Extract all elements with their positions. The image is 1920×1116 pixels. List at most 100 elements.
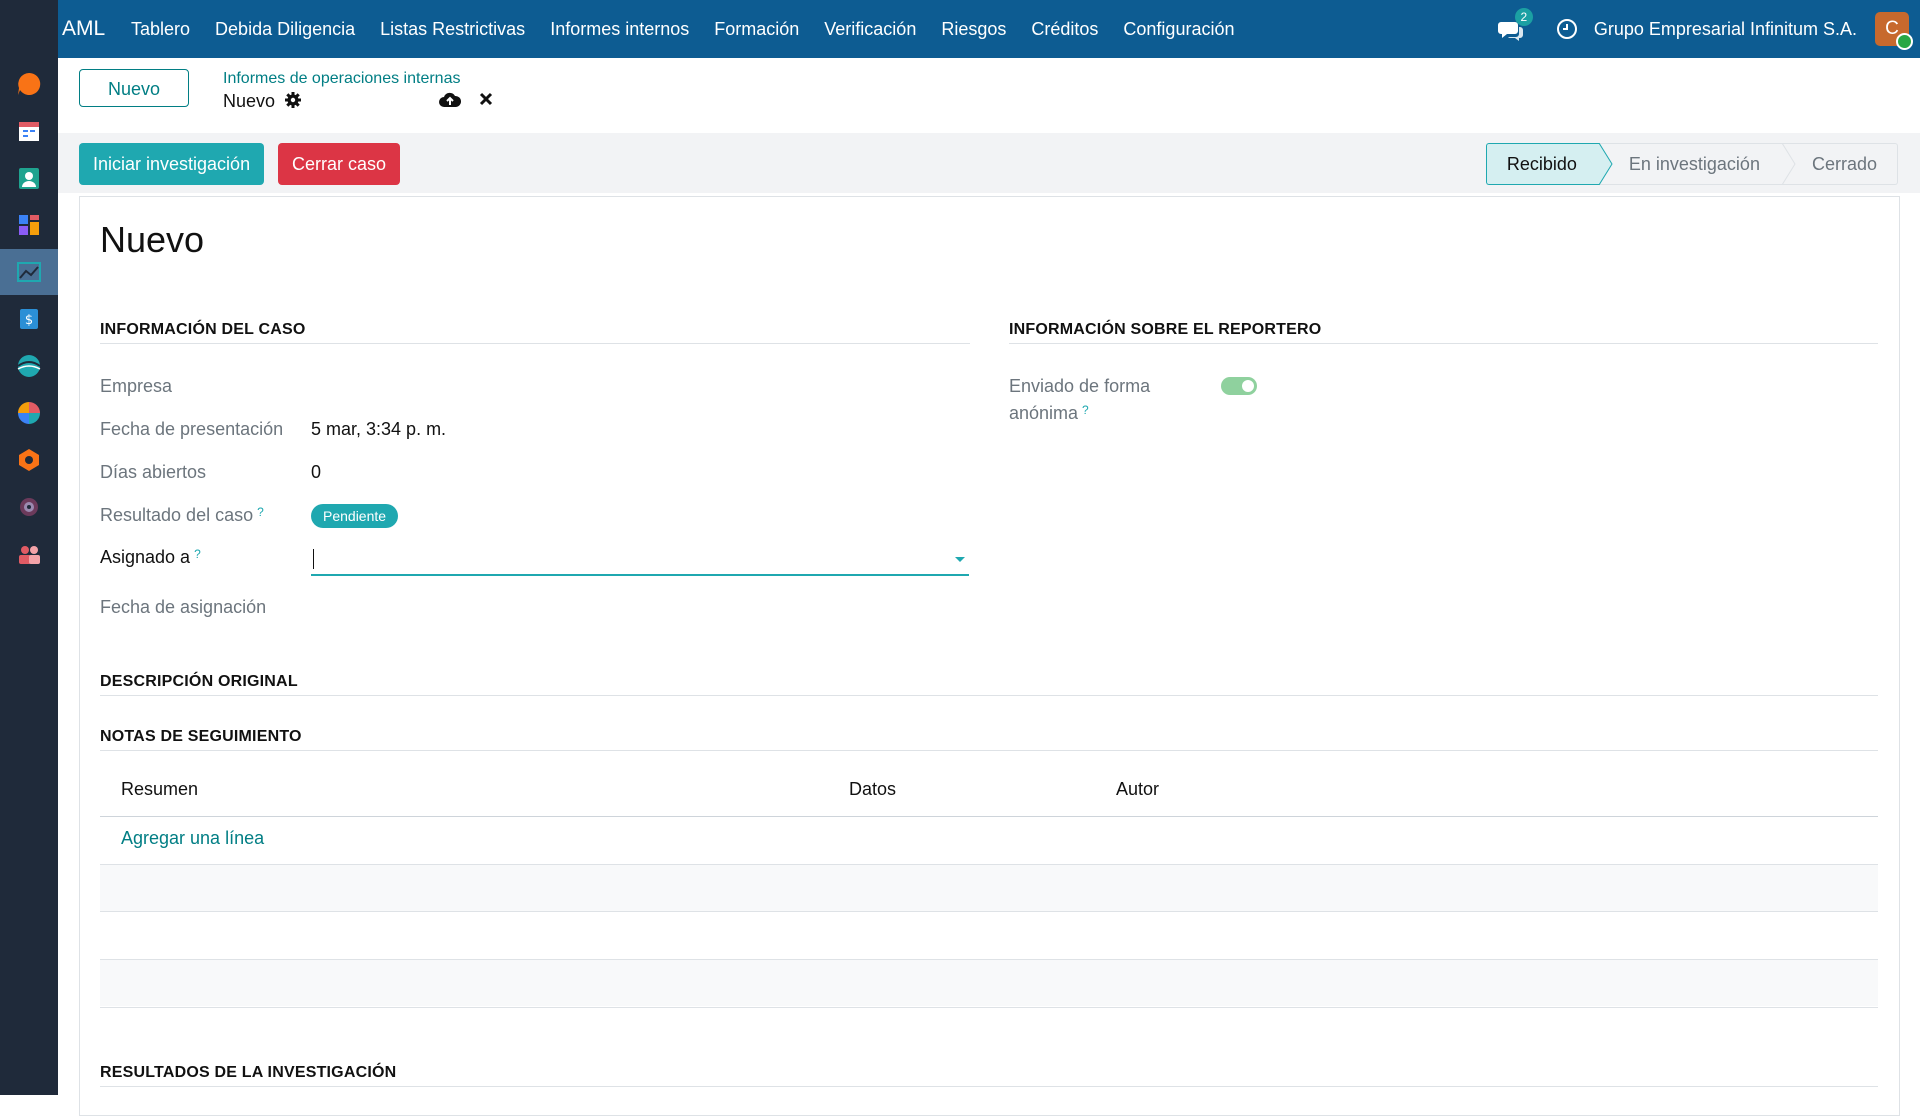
stage-en-investigacion[interactable]: En investigación (1598, 143, 1796, 185)
online-status-dot (1896, 33, 1913, 50)
table-bottom-divider (100, 1007, 1878, 1008)
top-navbar: AML Tablero Debida Diligencia Listas Res… (0, 0, 1920, 58)
rail-invoicing[interactable]: $ (0, 296, 58, 342)
menu-item-informes-internos[interactable]: Informes internos (550, 19, 689, 40)
section-divider (100, 695, 1878, 696)
breadcrumb-parent-link[interactable]: Informes de operaciones internas (223, 70, 460, 88)
table-row (100, 911, 1878, 958)
breadcrumb-current: Nuevo (223, 91, 276, 111)
company-label: Empresa (100, 376, 173, 396)
messages-count-badge: 2 (1514, 8, 1533, 26)
section-divider (100, 343, 970, 344)
table-header-divider (100, 816, 1878, 817)
rail-contacts[interactable] (0, 155, 58, 201)
rail-discuss[interactable] (0, 61, 58, 107)
column-header-resumen[interactable]: Resumen (121, 779, 198, 800)
section-divider (100, 750, 1878, 751)
user-avatar[interactable]: C (1875, 12, 1913, 50)
column-header-datos[interactable]: Datos (849, 779, 896, 800)
anonymous-label-text: anónima (1009, 403, 1079, 423)
stage-label: Recibido (1506, 154, 1577, 174)
company-switcher[interactable]: Grupo Empresarial Infinitum S.A. (1594, 19, 1857, 40)
anonymous-label-line-2: anónima? (1009, 403, 1089, 424)
messages-button[interactable]: 2 (1497, 8, 1533, 44)
section-followup-notes-title: NOTAS DE SEGUIMIENTO (100, 728, 302, 745)
menu-item-tablero[interactable]: Tablero (131, 19, 190, 40)
section-reporter-info-title: INFORMACIÓN SOBRE EL REPORTERO (1009, 321, 1322, 338)
chevron-right-icon (1598, 143, 1613, 185)
settings-icon (20, 498, 38, 516)
dropdown-arrow-icon[interactable] (955, 557, 965, 562)
help-tooltip-icon[interactable]: ? (257, 505, 264, 519)
help-tooltip-icon[interactable]: ? (1082, 403, 1089, 417)
rail-settings[interactable] (0, 484, 58, 530)
app-brand[interactable]: AML (62, 17, 105, 41)
anonymous-toggle[interactable] (1221, 377, 1257, 395)
analytics-icon (18, 402, 40, 424)
calendar-icon (19, 122, 39, 141)
section-original-description-title: DESCRIPCIÓN ORIGINAL (100, 673, 298, 690)
rail-analytics[interactable] (0, 390, 58, 436)
app-rail: $ (0, 0, 58, 1095)
activity-clock-icon[interactable] (1556, 18, 1578, 40)
menu-item-verificacion[interactable]: Verificación (824, 19, 916, 40)
form-sheet: Nuevo INFORMACIÓN DEL CASO Empresa Fecha… (79, 196, 1900, 1116)
add-line-link[interactable]: Agregar una línea (121, 828, 264, 849)
rail-calendar[interactable] (0, 108, 58, 154)
submission-date-label: Fecha de presentación (100, 419, 284, 439)
menu-item-debida-diligencia[interactable]: Debida Diligencia (215, 19, 355, 40)
rail-aml-reports[interactable] (0, 249, 58, 295)
case-result-label: Resultado del caso? (100, 505, 264, 526)
menu-item-formacion[interactable]: Formación (714, 19, 799, 40)
stage-pipeline: Recibido En investigación Cerrado (1485, 143, 1898, 185)
rail-dashboard[interactable] (0, 202, 58, 248)
stage-label: Cerrado (1811, 154, 1877, 174)
dashboard-icon (19, 215, 39, 235)
rail-employees[interactable] (0, 531, 58, 577)
gear-icon[interactable] (284, 91, 302, 109)
days-open-label: Días abiertos (100, 462, 207, 482)
toggle-knob (1242, 380, 1254, 392)
systray: 2 Grupo Empresarial Infinitum S.A. C (1497, 0, 1920, 58)
stage-recibido[interactable]: Recibido (1485, 143, 1613, 185)
stage-label: En investigación (1628, 154, 1760, 174)
website-icon (17, 355, 41, 377)
discuss-icon (18, 72, 41, 95)
contacts-icon (19, 168, 39, 189)
menu-item-creditos[interactable]: Créditos (1031, 19, 1098, 40)
rail-website[interactable] (0, 343, 58, 389)
case-result-badge: Pendiente (311, 504, 399, 528)
main-menu: Tablero Debida Diligencia Listas Restric… (131, 19, 1234, 40)
case-result-label-text: Resultado del caso (100, 505, 254, 525)
section-divider (100, 1086, 1878, 1087)
invoicing-icon: $ (20, 309, 38, 329)
employees-icon (19, 546, 40, 564)
text-caret (313, 549, 314, 569)
close-case-button[interactable]: Cerrar caso (278, 143, 401, 185)
record-title: Nuevo (100, 219, 205, 260)
rail-inventory[interactable] (0, 437, 58, 483)
column-header-autor[interactable]: Autor (1116, 779, 1159, 800)
table-row (100, 959, 1878, 1006)
form-statusbar: Iniciar investigación Cerrar caso Recibi… (58, 133, 1920, 193)
control-panel: Nuevo Informes de operaciones internas N… (58, 58, 1920, 134)
section-investigation-results-title: RESULTADOS DE LA INVESTIGACIÓN (100, 1064, 397, 1081)
menu-item-configuracion[interactable]: Configuración (1123, 19, 1234, 40)
aml-reports-icon (17, 262, 41, 282)
discard-close-icon[interactable] (478, 91, 494, 107)
menu-item-listas-restrictivas[interactable]: Listas Restrictivas (380, 19, 525, 40)
stage-cerrado[interactable]: Cerrado (1781, 143, 1898, 185)
menu-item-riesgos[interactable]: Riesgos (941, 19, 1006, 40)
help-tooltip-icon[interactable]: ? (194, 547, 201, 561)
inventory-icon (19, 449, 39, 471)
assigned-to-label-text: Asignado a (100, 547, 191, 567)
svg-text:$: $ (25, 313, 33, 328)
save-cloud-icon[interactable] (439, 90, 461, 110)
section-divider (1009, 343, 1878, 344)
anonymous-label-line-1: Enviado de forma (1009, 376, 1151, 396)
assigned-to-input[interactable] (311, 542, 969, 576)
table-row (100, 864, 1878, 911)
chevron-right-icon (1781, 143, 1796, 185)
section-case-info-title: INFORMACIÓN DEL CASO (100, 321, 306, 338)
start-investigation-button[interactable]: Iniciar investigación (79, 143, 265, 185)
